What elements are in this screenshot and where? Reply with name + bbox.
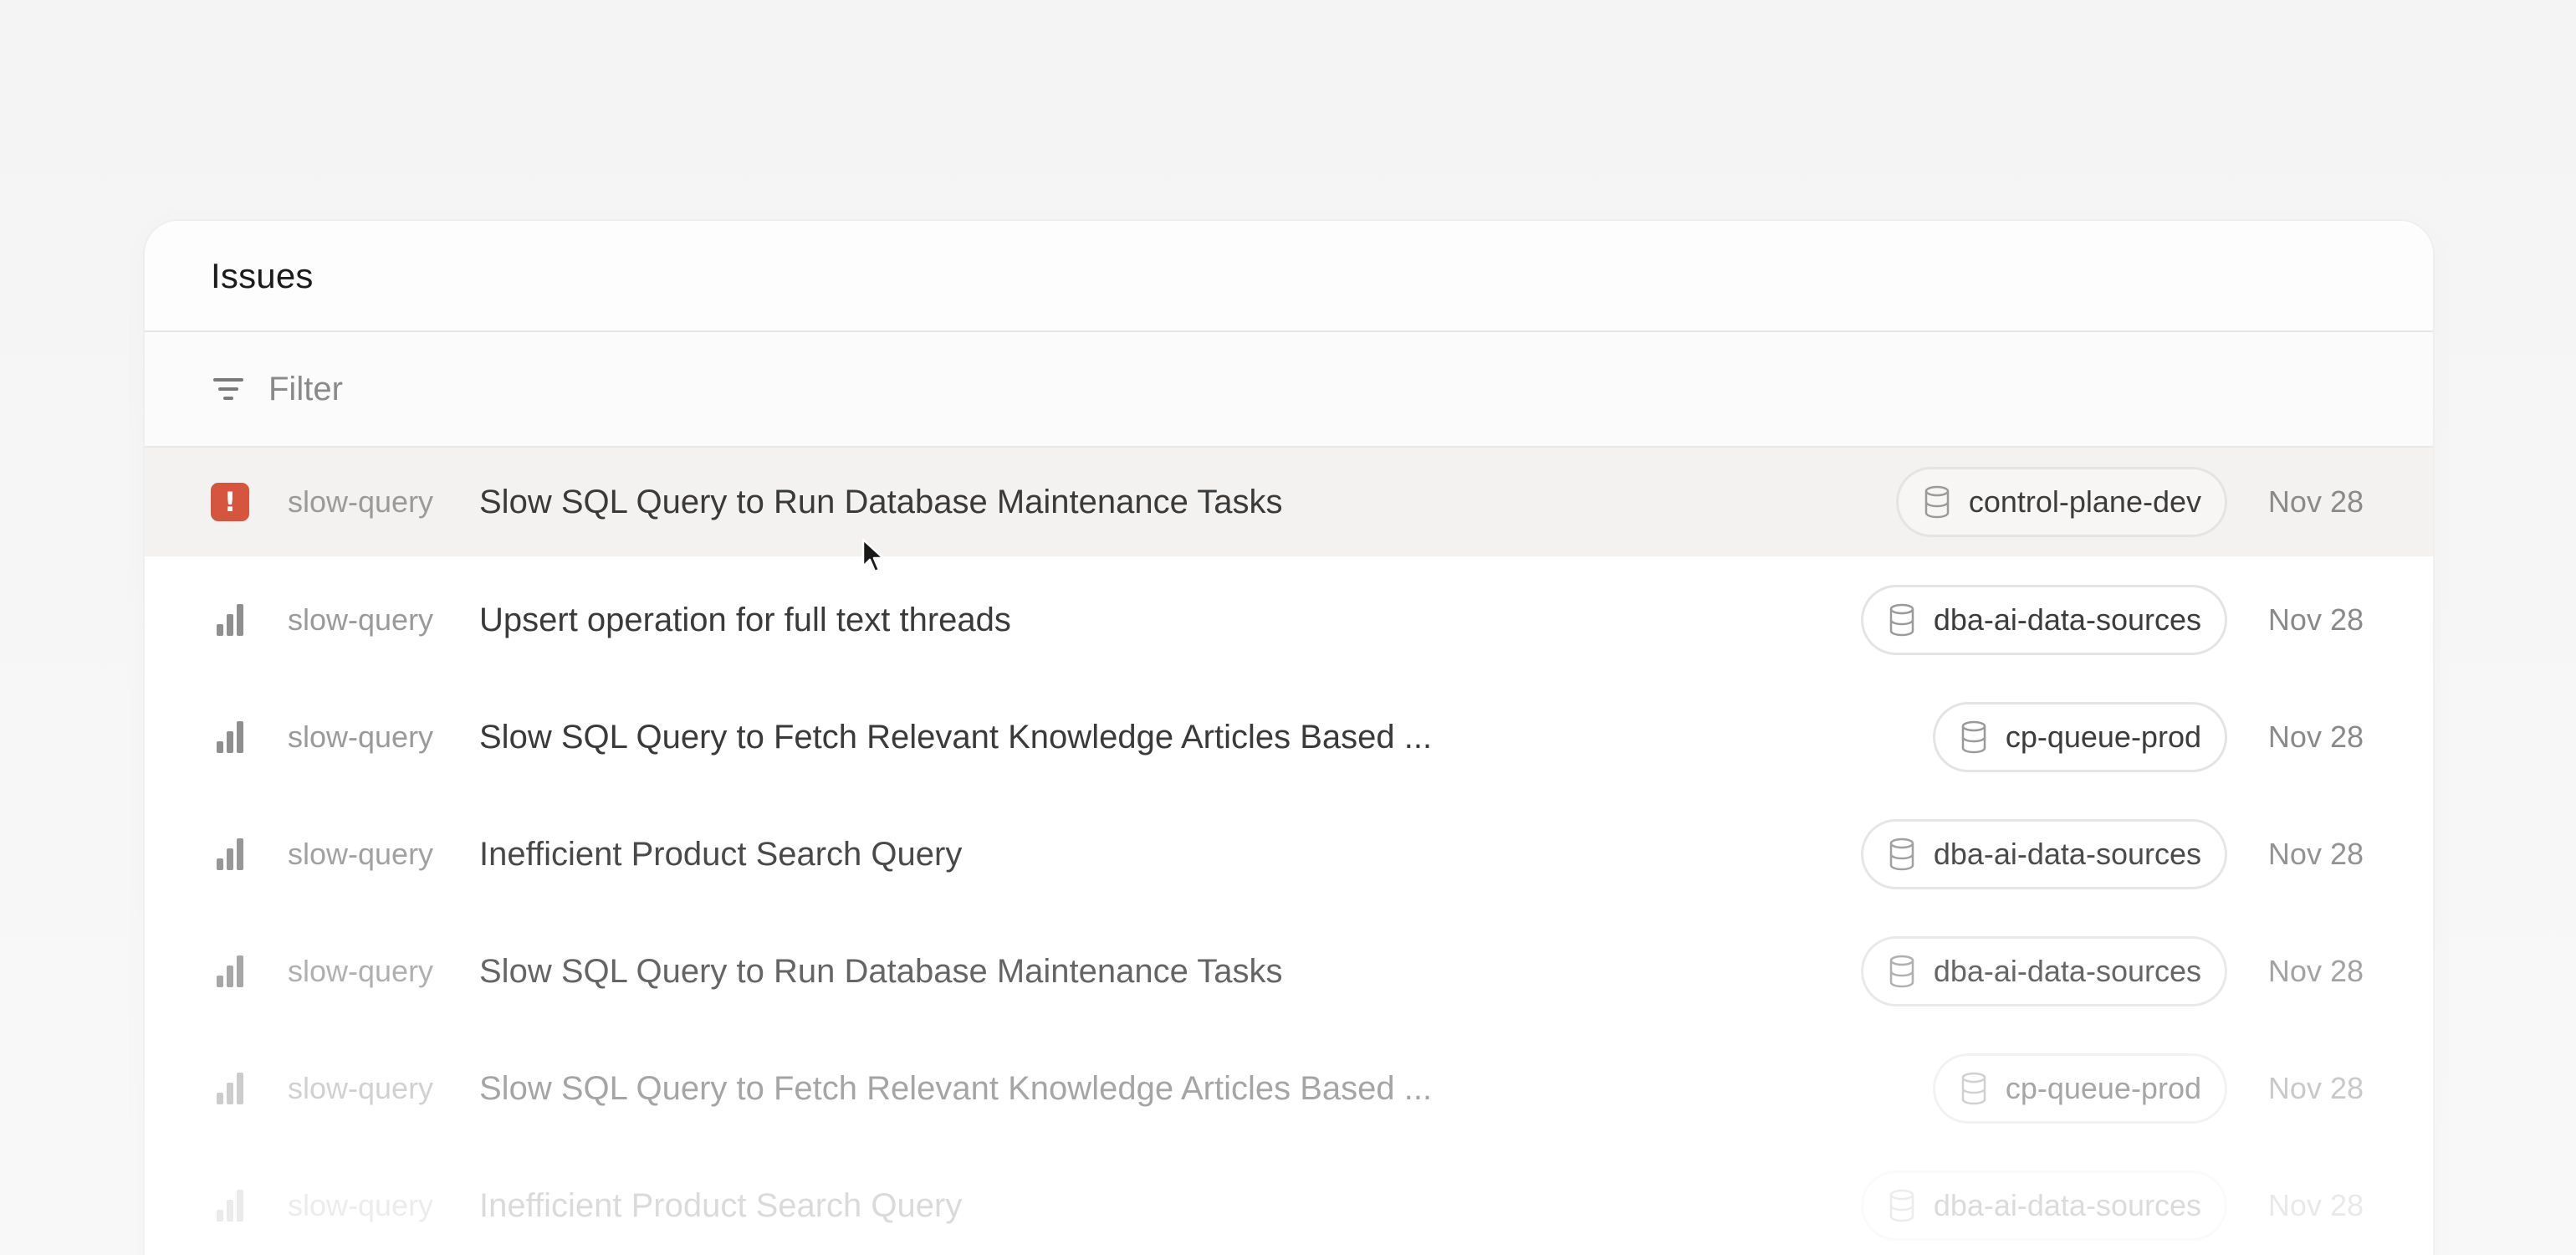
issue-title: Inefficient Product Search Query bbox=[479, 1186, 963, 1224]
issue-date: Nov 28 bbox=[2267, 720, 2364, 754]
priority-bars-icon bbox=[210, 600, 250, 640]
issue-row[interactable]: slow-query Inefficient Product Search Qu… bbox=[145, 1147, 2433, 1255]
issue-date: Nov 28 bbox=[2267, 602, 2364, 637]
filter-icon bbox=[213, 376, 243, 402]
issue-list: ! slow-query Slow SQL Query to Run Datab… bbox=[145, 448, 2433, 1255]
filter-button[interactable]: Filter bbox=[145, 332, 2433, 448]
page-title: Issues bbox=[211, 255, 314, 295]
priority-bars-icon bbox=[210, 1186, 250, 1226]
database-badge[interactable]: control-plane-dev bbox=[1895, 467, 2227, 537]
issue-type: slow-query bbox=[288, 720, 434, 754]
issue-date: Nov 28 bbox=[2267, 837, 2364, 871]
issue-row[interactable]: ! slow-query Slow SQL Query to Run Datab… bbox=[145, 448, 2433, 556]
mouse-cursor-icon bbox=[861, 538, 885, 573]
issue-row[interactable]: slow-query Inefficient Product Search Qu… bbox=[145, 796, 2433, 913]
issue-date: Nov 28 bbox=[2267, 1071, 2364, 1105]
issue-date: Nov 28 bbox=[2267, 484, 2364, 519]
panel-header: Issues bbox=[145, 221, 2433, 332]
issue-title: Slow SQL Query to Fetch Relevant Knowled… bbox=[479, 1069, 1433, 1107]
database-label: dba-ai-data-sources bbox=[1933, 954, 2201, 988]
filter-label: Filter bbox=[268, 370, 343, 407]
issue-type: slow-query bbox=[288, 954, 434, 988]
priority-bars-icon bbox=[210, 951, 250, 991]
priority-bars-icon bbox=[210, 834, 250, 874]
database-icon bbox=[1889, 838, 1914, 871]
database-badge[interactable]: cp-queue-prod bbox=[1932, 702, 2227, 772]
database-badge[interactable]: dba-ai-data-sources bbox=[1860, 819, 2227, 889]
database-icon bbox=[1889, 1189, 1914, 1222]
issue-row[interactable]: slow-query Upsert operation for full tex… bbox=[145, 561, 2433, 679]
database-label: dba-ai-data-sources bbox=[1933, 602, 2201, 637]
database-badge[interactable]: dba-ai-data-sources bbox=[1860, 1170, 2227, 1241]
database-icon bbox=[1924, 485, 1950, 519]
issue-type: slow-query bbox=[288, 837, 434, 871]
issue-title: Upsert operation for full text threads bbox=[479, 601, 1011, 638]
urgent-priority-icon: ! bbox=[210, 482, 250, 522]
database-badge[interactable]: dba-ai-data-sources bbox=[1860, 585, 2227, 655]
database-badge[interactable]: cp-queue-prod bbox=[1932, 1053, 2227, 1124]
issue-row[interactable]: slow-query Slow SQL Query to Fetch Relev… bbox=[145, 1030, 2433, 1147]
priority-bars-icon bbox=[210, 1068, 250, 1109]
issue-title: Slow SQL Query to Run Database Maintenan… bbox=[479, 952, 1283, 990]
database-label: control-plane-dev bbox=[1968, 484, 2201, 519]
issue-type: slow-query bbox=[288, 484, 434, 519]
issue-type: slow-query bbox=[288, 1071, 434, 1105]
database-icon bbox=[1889, 955, 1914, 988]
app-background: Issues Filter ! slow-query Slow SQL Quer… bbox=[0, 0, 2576, 1255]
issue-date: Nov 28 bbox=[2267, 954, 2364, 988]
database-icon bbox=[1961, 720, 1986, 754]
issue-title: Slow SQL Query to Fetch Relevant Knowled… bbox=[479, 718, 1433, 756]
priority-bars-icon bbox=[210, 717, 250, 757]
issue-type: slow-query bbox=[288, 1188, 434, 1222]
database-icon bbox=[1961, 1072, 1986, 1105]
issue-title: Slow SQL Query to Run Database Maintenan… bbox=[479, 483, 1283, 520]
issue-date: Nov 28 bbox=[2267, 1188, 2364, 1222]
issue-row[interactable]: slow-query Slow SQL Query to Fetch Relev… bbox=[145, 679, 2433, 796]
database-badge[interactable]: dba-ai-data-sources bbox=[1860, 936, 2227, 1007]
database-label: dba-ai-data-sources bbox=[1933, 837, 2201, 871]
issue-row[interactable]: slow-query Slow SQL Query to Run Databas… bbox=[145, 913, 2433, 1030]
issue-type: slow-query bbox=[288, 602, 434, 637]
database-label: cp-queue-prod bbox=[2005, 720, 2201, 754]
issues-panel: Issues Filter ! slow-query Slow SQL Quer… bbox=[145, 221, 2433, 1255]
database-icon bbox=[1889, 603, 1914, 637]
issue-title: Inefficient Product Search Query bbox=[479, 835, 963, 873]
database-label: cp-queue-prod bbox=[2005, 1071, 2201, 1105]
database-label: dba-ai-data-sources bbox=[1933, 1188, 2201, 1222]
